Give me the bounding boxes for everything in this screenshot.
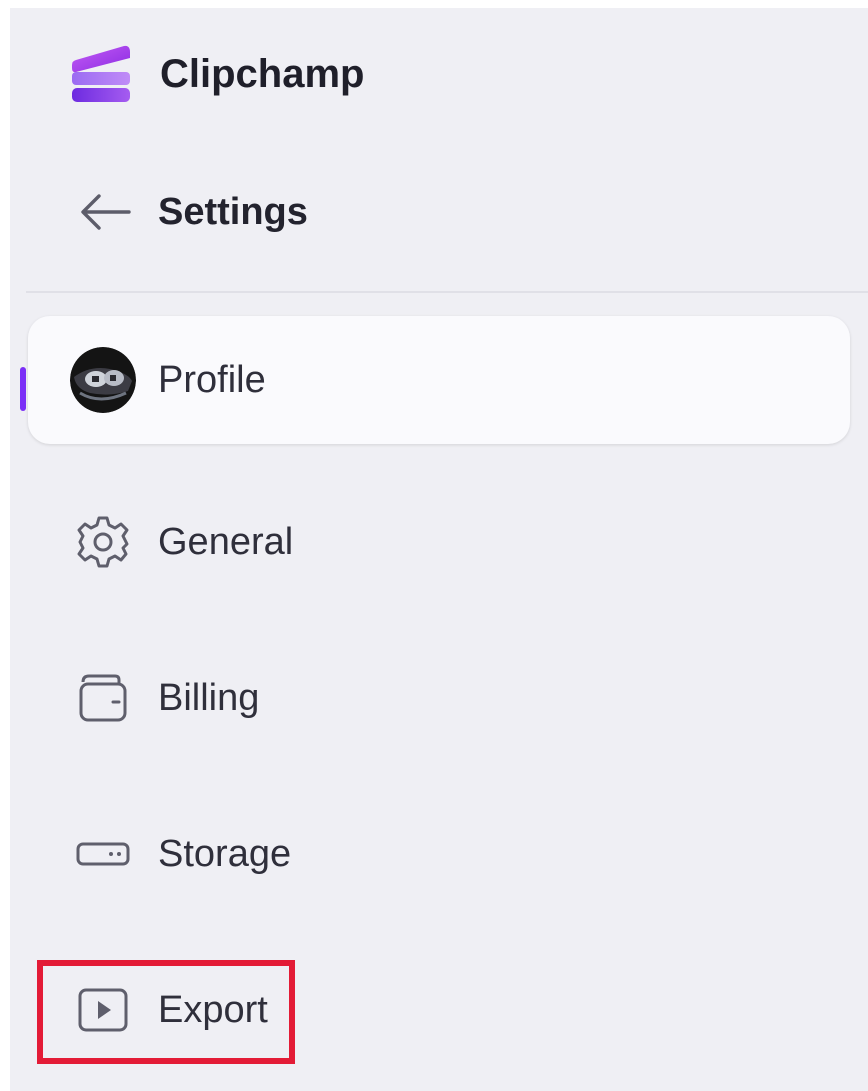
avatar <box>70 347 136 413</box>
back-button[interactable] <box>78 184 134 240</box>
active-indicator <box>20 367 26 411</box>
sidebar-item-label: Storage <box>158 832 292 875</box>
page-title: Settings <box>158 190 308 233</box>
sidebar-item-general[interactable]: General <box>28 478 850 606</box>
wallet-icon <box>70 665 136 731</box>
sidebar-item-label: General <box>158 520 294 563</box>
divider <box>26 291 868 293</box>
app-name: Clipchamp <box>160 51 365 96</box>
sidebar-item-billing[interactable]: Billing <box>28 634 850 762</box>
sidebar-item-storage[interactable]: Storage <box>28 790 850 918</box>
settings-header: Settings <box>78 176 308 248</box>
sidebar-item-label: Profile <box>158 358 266 401</box>
brand: Clipchamp <box>70 38 364 110</box>
sidebar-item-profile[interactable]: Profile <box>28 316 850 444</box>
arrow-left-icon <box>81 194 131 230</box>
settings-sidebar: Clipchamp Settings Profile General Billi… <box>10 8 868 1091</box>
gear-icon <box>70 509 136 575</box>
export-highlight-box <box>37 960 295 1064</box>
clipchamp-logo-icon <box>70 42 134 106</box>
storage-icon <box>70 821 136 887</box>
sidebar-item-label: Billing <box>158 676 260 719</box>
